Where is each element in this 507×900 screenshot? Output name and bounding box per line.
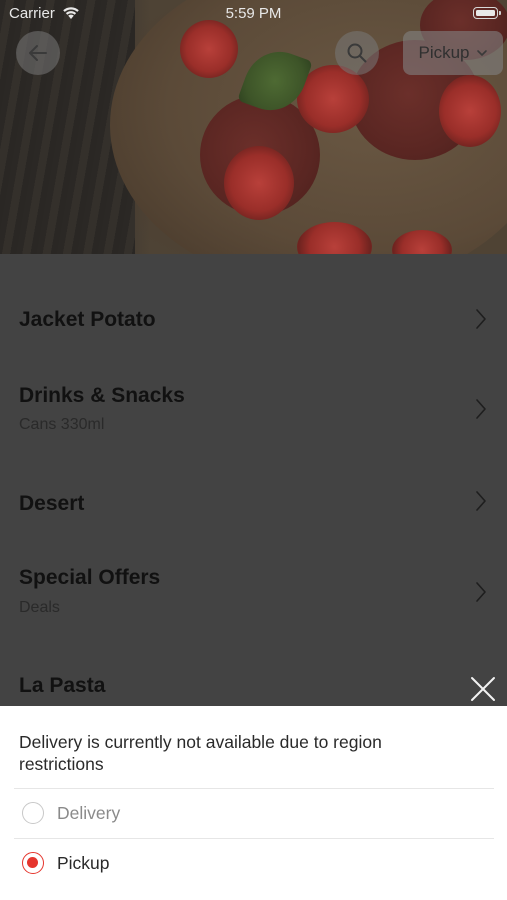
menu-item-special-offers[interactable]: Special Offers Deals: [0, 554, 507, 624]
divider: [14, 838, 494, 839]
menu-item-drinks-snacks[interactable]: Drinks & Snacks Cans 330ml: [0, 372, 507, 442]
status-bar: Carrier 5:59 PM: [0, 0, 507, 28]
clock: 5:59 PM: [225, 5, 282, 22]
tomato-slice: [439, 75, 501, 147]
menu-item-title: Desert: [19, 492, 85, 515]
menu-item-la-pasta[interactable]: La Pasta: [0, 662, 507, 706]
pickup-option-label: Pickup: [57, 853, 110, 873]
search-button[interactable]: [335, 31, 379, 75]
menu-item-subtitle: Deals: [19, 599, 60, 616]
divider: [14, 788, 494, 789]
menu-item-title: Drinks & Snacks: [19, 384, 185, 407]
battery-tip: [499, 11, 501, 15]
menu-item-jacket-potato[interactable]: Jacket Potato: [0, 296, 507, 356]
back-button[interactable]: [16, 31, 60, 75]
menu-item-title: Special Offers: [19, 566, 161, 589]
order-type-dropdown[interactable]: Pickup: [403, 31, 503, 75]
back-arrow-icon: [29, 45, 47, 61]
menu-item-subtitle: Cans 330ml: [19, 416, 105, 433]
menu-item-desert[interactable]: Desert: [0, 480, 507, 540]
availability-message: Delivery is currently not available due …: [19, 732, 382, 774]
tomato-slice: [180, 20, 238, 78]
chevron-right-icon: [476, 491, 486, 511]
chevron-right-icon: [476, 582, 486, 602]
tomato-slice: [224, 146, 294, 220]
delivery-option-label: Delivery: [57, 803, 121, 823]
delivery-option[interactable]: Delivery: [0, 790, 507, 838]
chevron-down-icon: [476, 50, 487, 56]
chevron-right-icon: [476, 309, 486, 329]
menu-item-title: La Pasta: [19, 674, 106, 697]
pickup-radio[interactable]: [22, 852, 44, 874]
menu-item-title: Jacket Potato: [19, 308, 156, 331]
battery-icon: [473, 7, 498, 19]
order-type-label: Pickup: [418, 43, 470, 62]
close-icon[interactable]: [468, 674, 498, 704]
menu-category-list: Jacket Potato Drinks & Snacks Cans 330ml…: [0, 254, 507, 706]
delivery-radio[interactable]: [22, 802, 44, 824]
order-type-sheet: Delivery is currently not available due …: [0, 706, 507, 900]
search-icon: [347, 43, 367, 63]
chevron-right-icon: [476, 399, 486, 419]
pickup-option[interactable]: Pickup: [0, 840, 507, 888]
